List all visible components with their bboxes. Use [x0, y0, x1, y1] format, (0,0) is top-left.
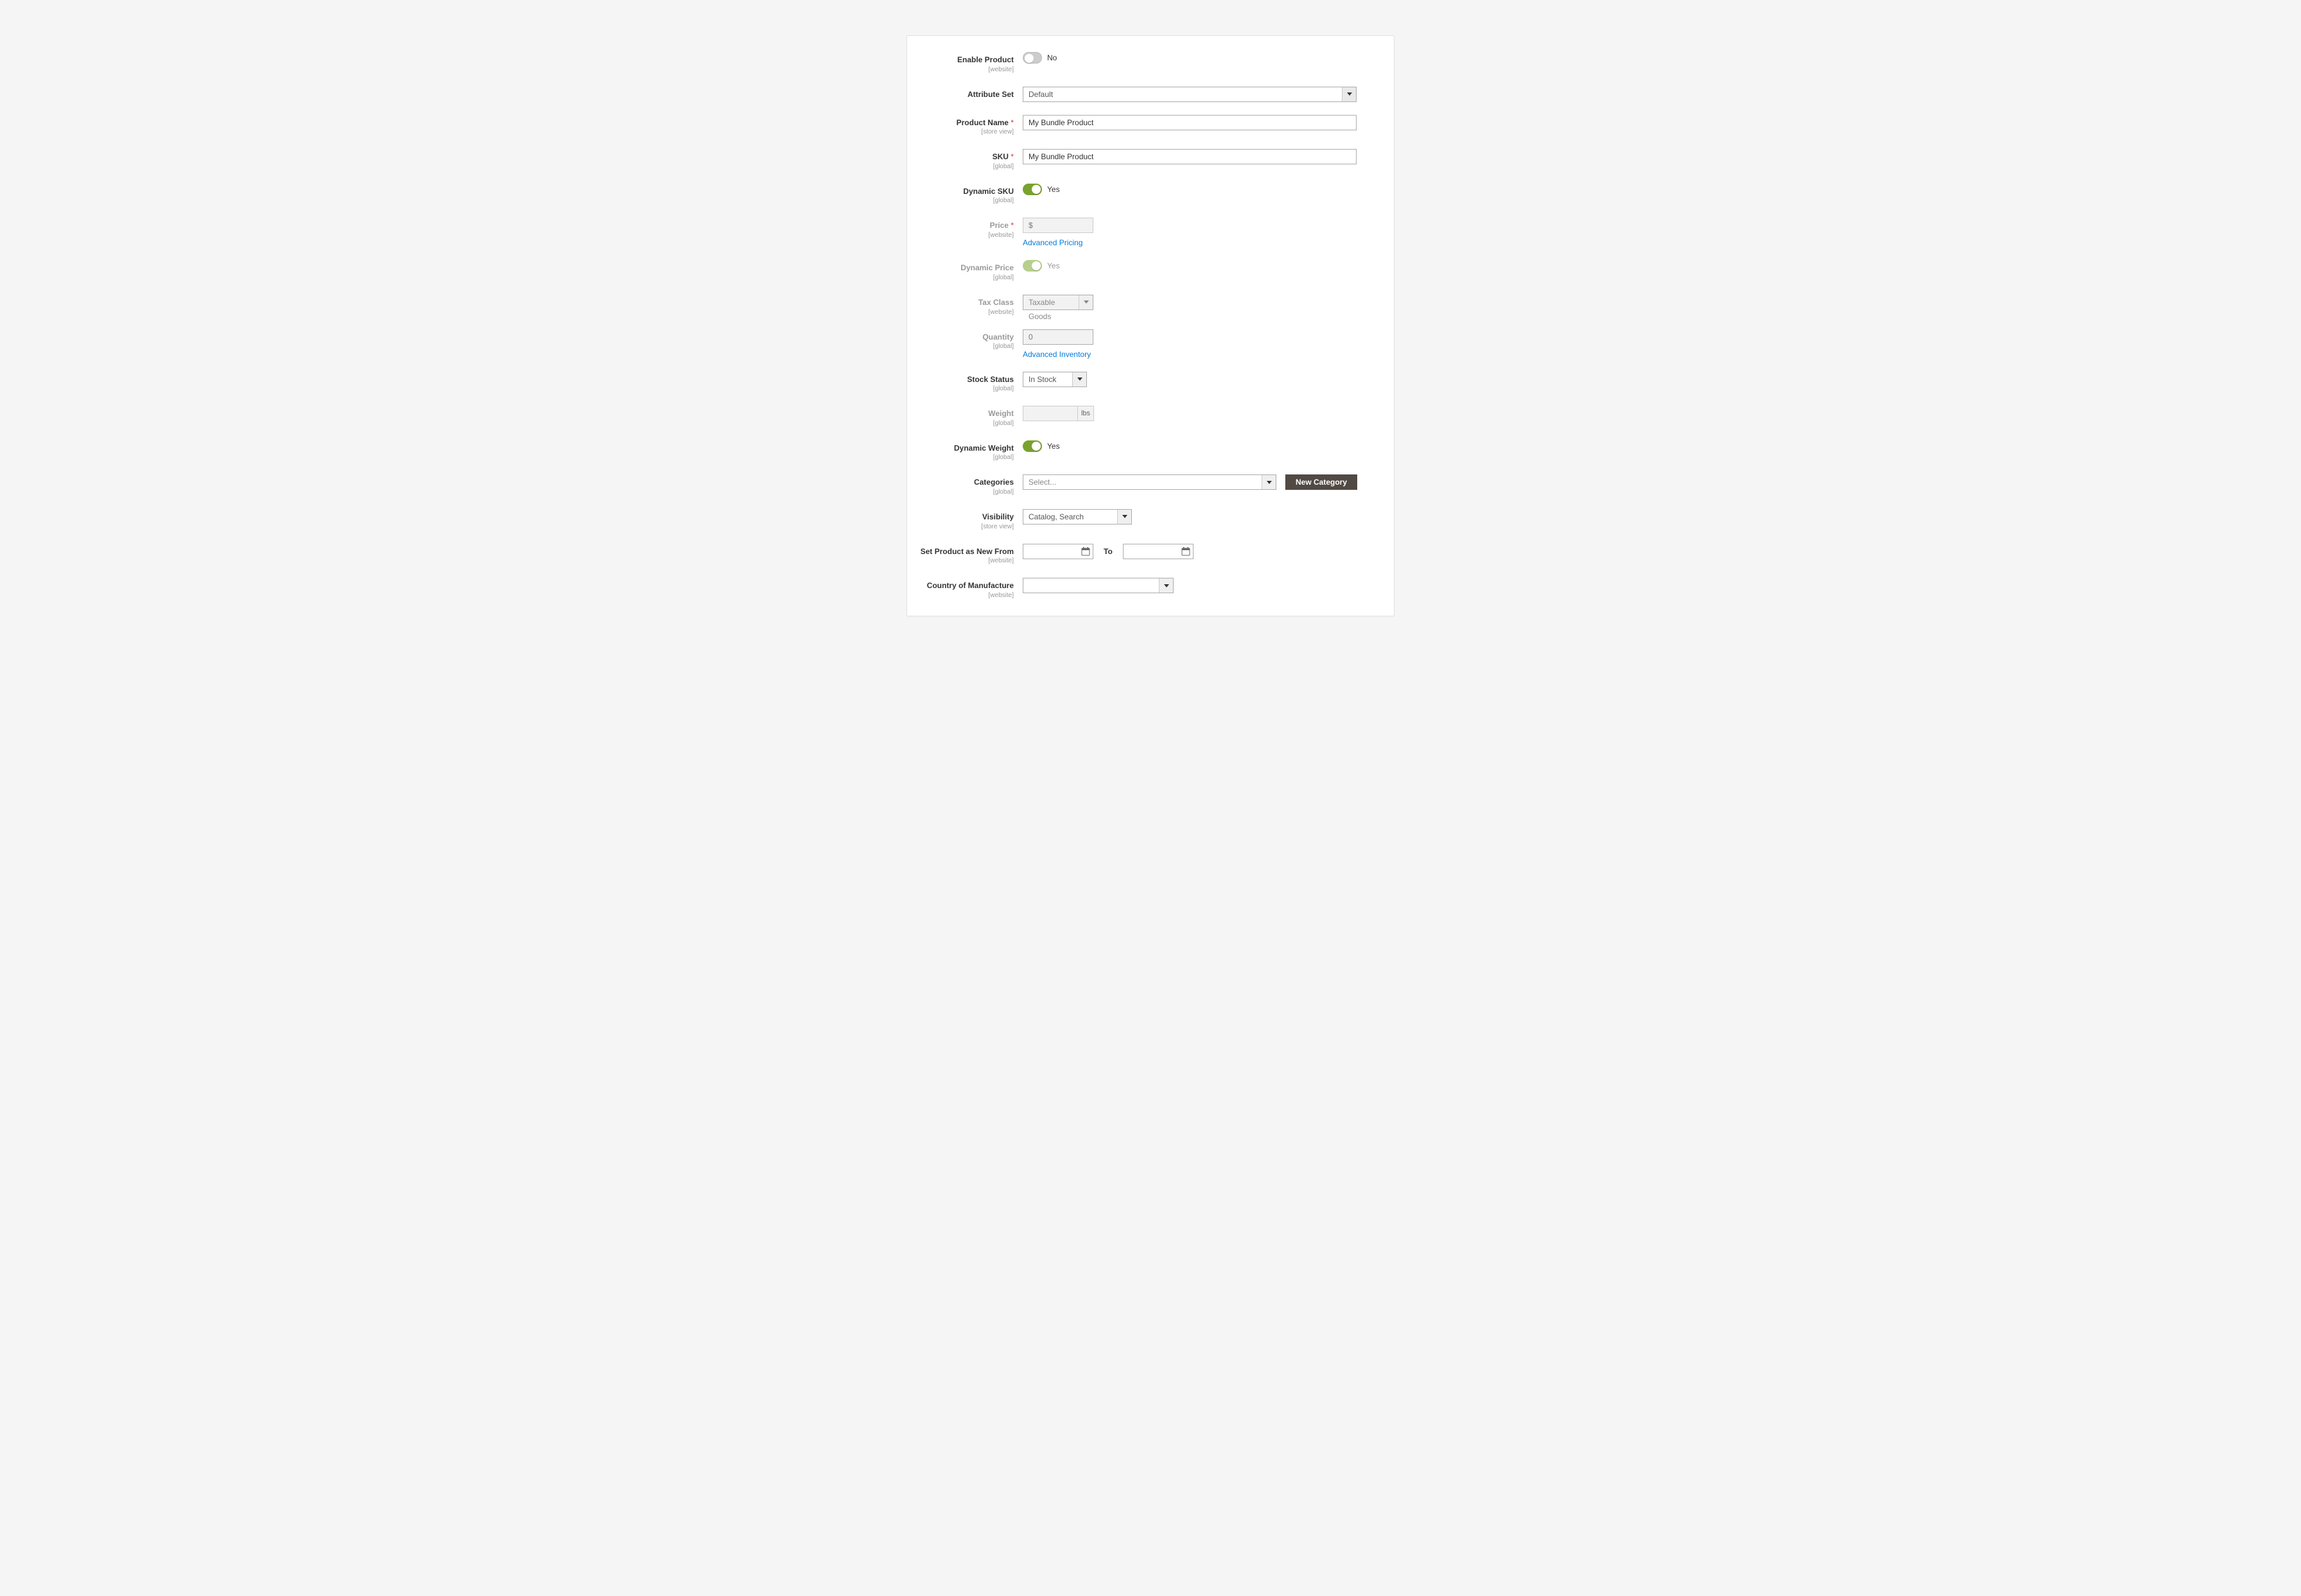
label-stock-status: Stock Status [967, 375, 1014, 384]
scope-dynamic-price: [global] [920, 274, 1014, 282]
toggle-dynamic-sku[interactable] [1023, 184, 1042, 195]
field-tax-class: Tax Class [website] Taxable Goods [920, 295, 1375, 317]
select-categories[interactable]: Select... [1023, 474, 1276, 490]
label-country: Country of Manufacture [927, 581, 1014, 590]
label-dynamic-weight: Dynamic Weight [954, 444, 1014, 453]
chevron-down-icon [1079, 295, 1093, 309]
field-price: Price [website] $ Advanced Pricing [920, 218, 1375, 247]
label-quantity: Quantity [982, 333, 1014, 342]
input-product-name[interactable] [1023, 115, 1357, 130]
price-currency-symbol: $ [1029, 221, 1033, 230]
field-stock-status: Stock Status [global] In Stock [920, 372, 1375, 394]
chevron-down-icon [1342, 87, 1356, 101]
input-sku[interactable] [1023, 149, 1357, 164]
field-dynamic-sku: Dynamic SKU [global] Yes [920, 184, 1375, 205]
toggle-dynamic-price-state: Yes [1047, 261, 1060, 270]
field-attribute-set: Attribute Set Default [920, 87, 1375, 102]
scope-product-name: [store view] [920, 128, 1014, 136]
field-visibility: Visibility [store view] Catalog, Search [920, 509, 1375, 531]
label-price: Price [990, 221, 1014, 230]
toggle-dynamic-sku-state: Yes [1047, 185, 1060, 194]
product-form-panel: Enable Product [website] No Attribute Se… [907, 35, 1394, 616]
scope-quantity: [global] [920, 343, 1014, 351]
field-weight: Weight [global] lbs [920, 406, 1375, 428]
label-dynamic-sku: Dynamic SKU [963, 187, 1014, 196]
label-to: To [1098, 547, 1118, 556]
calendar-icon[interactable] [1181, 547, 1190, 556]
scope-sku: [global] [920, 163, 1014, 171]
scope-price: [website] [920, 232, 1014, 239]
field-dynamic-weight: Dynamic Weight [global] Yes [920, 440, 1375, 462]
chevron-down-icon [1117, 510, 1131, 524]
select-tax-class: Taxable Goods [1023, 295, 1093, 310]
label-new-from: Set Product as New From [921, 547, 1014, 556]
field-new-from: Set Product as New From [website] To [920, 544, 1375, 566]
input-price: $ [1023, 218, 1093, 233]
label-weight: Weight [988, 409, 1014, 418]
label-product-name: Product Name [957, 118, 1014, 127]
select-tax-class-value: Taxable Goods [1023, 295, 1079, 309]
scope-categories: [global] [920, 489, 1014, 496]
select-attribute-set-value: Default [1023, 87, 1342, 101]
toggle-dynamic-weight[interactable] [1023, 440, 1042, 452]
scope-new-from: [website] [920, 557, 1014, 565]
field-dynamic-price: Dynamic Price [global] Yes [920, 260, 1375, 282]
select-stock-status-value: In Stock [1023, 372, 1072, 386]
chevron-down-icon [1159, 578, 1173, 593]
chevron-down-icon [1262, 475, 1276, 489]
field-quantity: Quantity [global] Advanced Inventory [920, 329, 1375, 359]
field-categories: Categories [global] Select... New Catego… [920, 474, 1375, 496]
label-tax-class: Tax Class [978, 298, 1014, 307]
scope-visibility: [store view] [920, 523, 1014, 531]
select-visibility-value: Catalog, Search [1023, 510, 1117, 524]
field-enable-product: Enable Product [website] No [920, 52, 1375, 74]
scope-dynamic-weight: [global] [920, 454, 1014, 462]
select-stock-status[interactable]: In Stock [1023, 372, 1087, 387]
label-categories: Categories [974, 478, 1014, 487]
label-attribute-set: Attribute Set [968, 90, 1014, 99]
link-advanced-inventory[interactable]: Advanced Inventory [1023, 350, 1091, 359]
select-visibility[interactable]: Catalog, Search [1023, 509, 1132, 525]
field-sku: SKU [global] [920, 149, 1375, 171]
calendar-icon[interactable] [1081, 547, 1090, 556]
link-advanced-pricing[interactable]: Advanced Pricing [1023, 238, 1082, 247]
input-weight [1023, 406, 1077, 421]
scope-dynamic-sku: [global] [920, 197, 1014, 205]
scope-enable-product: [website] [920, 66, 1014, 74]
select-attribute-set[interactable]: Default [1023, 87, 1357, 102]
scope-stock-status: [global] [920, 385, 1014, 393]
chevron-down-icon [1072, 372, 1086, 386]
input-quantity [1023, 329, 1093, 345]
toggle-enable-product[interactable] [1023, 52, 1042, 64]
field-product-name: Product Name [store view] [920, 115, 1375, 137]
select-country[interactable] [1023, 578, 1174, 593]
toggle-dynamic-price [1023, 260, 1042, 272]
scope-country: [website] [920, 592, 1014, 600]
label-visibility: Visibility [982, 512, 1014, 521]
field-country: Country of Manufacture [website] [920, 578, 1375, 600]
toggle-dynamic-weight-state: Yes [1047, 442, 1060, 451]
scope-weight: [global] [920, 420, 1014, 428]
toggle-enable-product-state: No [1047, 53, 1057, 62]
weight-unit-label: lbs [1077, 406, 1094, 421]
label-dynamic-price: Dynamic Price [960, 263, 1014, 272]
label-sku: SKU [993, 152, 1014, 161]
label-enable-product: Enable Product [957, 55, 1014, 64]
select-categories-placeholder: Select... [1023, 475, 1262, 489]
new-category-button[interactable]: New Category [1285, 474, 1357, 490]
select-country-value [1023, 578, 1159, 593]
scope-tax-class: [website] [920, 309, 1014, 317]
